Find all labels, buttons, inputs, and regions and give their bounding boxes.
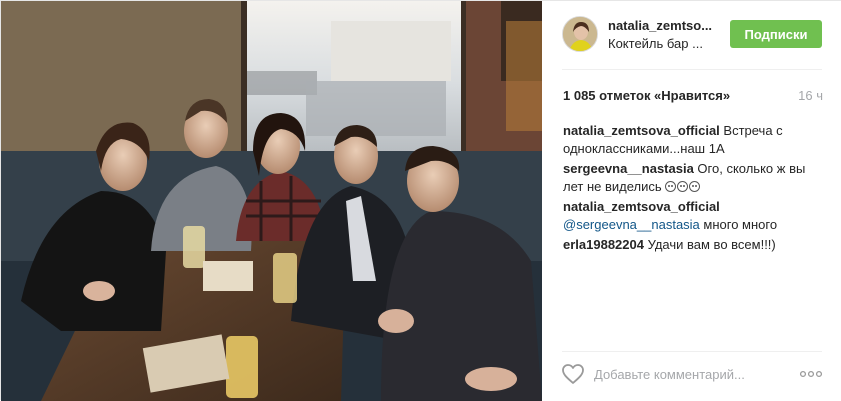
- location-link[interactable]: Коктейль бар ...: [608, 36, 703, 51]
- username-link[interactable]: natalia_zemtso...: [608, 18, 712, 33]
- smiley-emoji-icon: [677, 181, 689, 192]
- comment-item: natalia_zemtsova_official Встреча с одно…: [563, 122, 825, 158]
- post-photo[interactable]: [1, 1, 542, 401]
- follow-button[interactable]: Подписки: [730, 20, 822, 48]
- more-options-icon[interactable]: [799, 364, 823, 384]
- post-side-panel: natalia_zemtso... Коктейль бар ... Подпи…: [542, 1, 841, 401]
- add-comment-row: [542, 352, 841, 401]
- avatar-image: [563, 17, 597, 51]
- smiley-emoji-icon: [665, 181, 677, 192]
- group-photo-image: [1, 1, 542, 401]
- post-time[interactable]: 16 ч: [798, 88, 823, 103]
- comment-item: natalia_zemtsova_official @sergeevna__na…: [563, 198, 825, 234]
- emoji-group: [665, 179, 701, 194]
- post-header: natalia_zemtso... Коктейль бар ... Подпи…: [542, 1, 841, 69]
- comment-text: Удачи вам во всем!!!): [643, 237, 776, 252]
- smiley-emoji-icon: [689, 181, 701, 192]
- comment-author[interactable]: natalia_zemtsova_official: [563, 199, 720, 214]
- heart-outline-icon[interactable]: [561, 363, 585, 385]
- comment-text: много много: [699, 217, 778, 232]
- comment-item: erla19882204 Удачи вам во всем!!!): [563, 236, 825, 254]
- comments-list: natalia_zemtsova_official Встреча с одно…: [563, 122, 825, 256]
- comment-author[interactable]: erla19882204: [563, 237, 644, 252]
- avatar[interactable]: [562, 16, 598, 52]
- comment-author[interactable]: sergeevna__nastasia: [563, 161, 694, 176]
- comment-mention-link[interactable]: @sergeevna__nastasia: [563, 217, 700, 232]
- comment-author[interactable]: natalia_zemtsova_official: [563, 123, 720, 138]
- likes-count[interactable]: 1 085 отметок «Нравится»: [563, 88, 730, 103]
- header-divider: [562, 69, 822, 70]
- instagram-post-embed: natalia_zemtso... Коктейль бар ... Подпи…: [0, 0, 841, 401]
- likes-row: 1 085 отметок «Нравится» 16 ч: [542, 79, 841, 113]
- comment-item: sergeevna__nastasia Ого, сколько ж вы ле…: [563, 160, 825, 196]
- comment-input[interactable]: [594, 361, 794, 387]
